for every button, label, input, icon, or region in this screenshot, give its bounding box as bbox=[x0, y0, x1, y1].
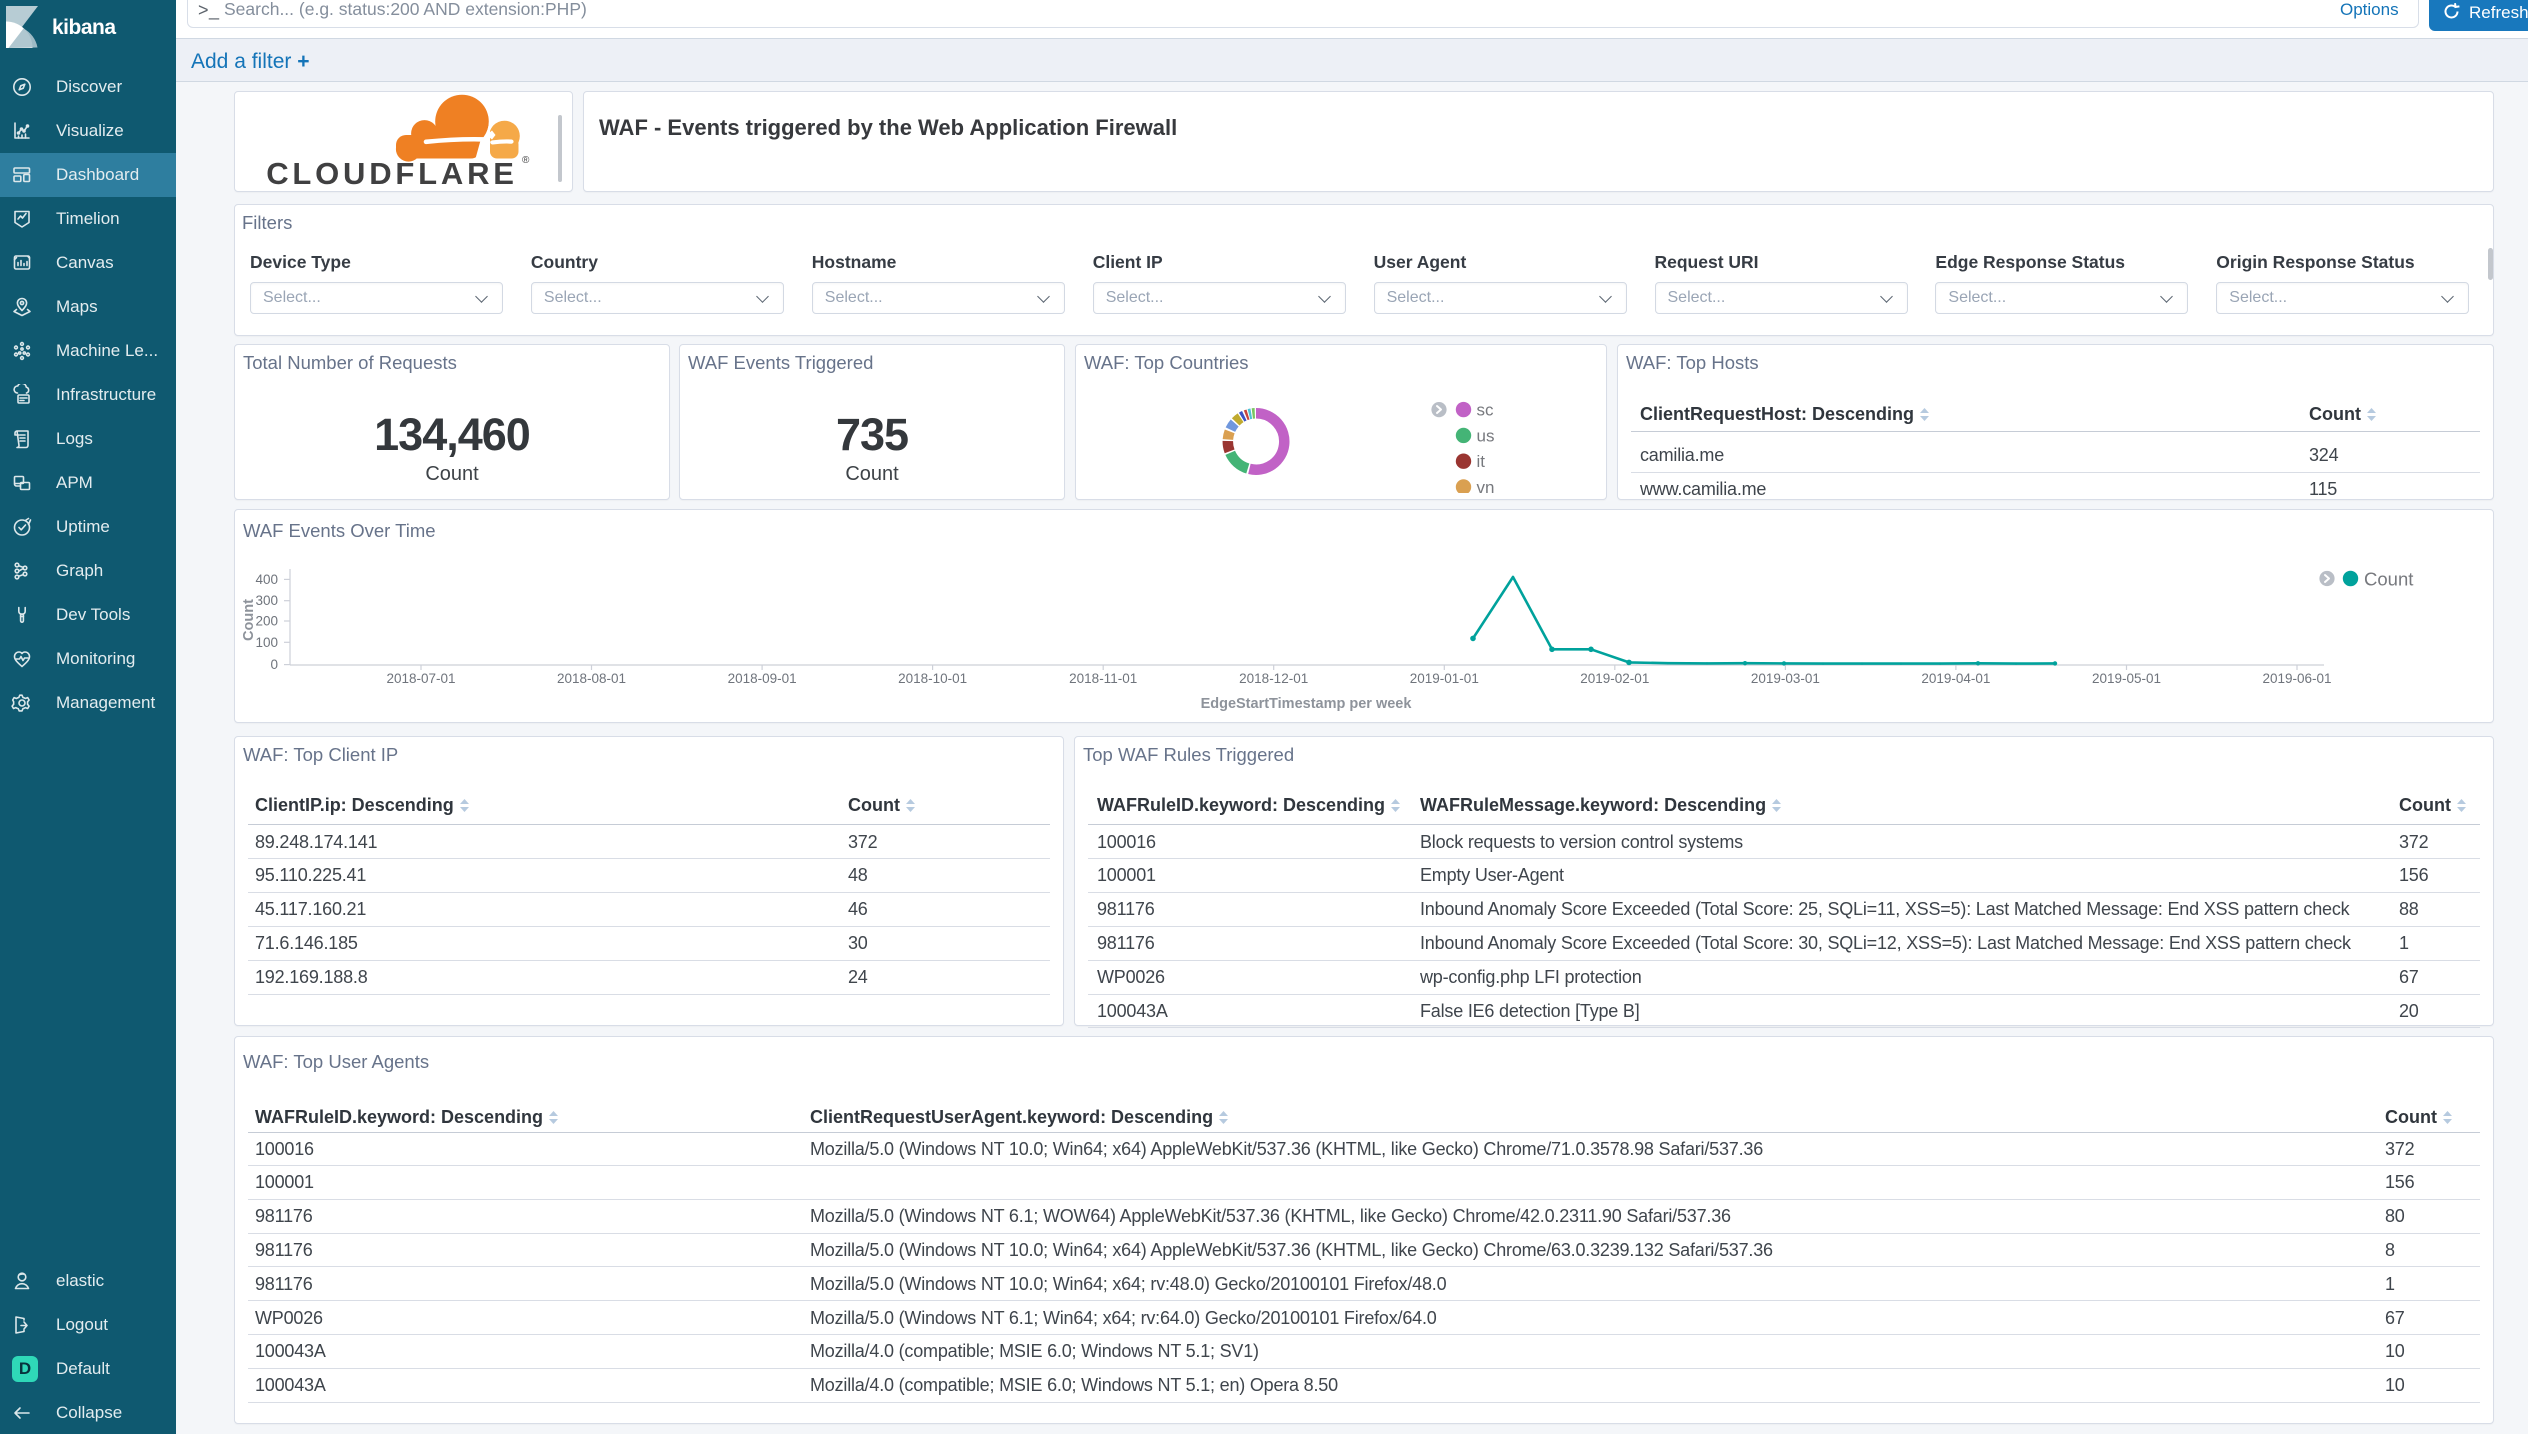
svg-text:2018-10-01: 2018-10-01 bbox=[898, 671, 967, 686]
svg-text:2018-08-01: 2018-08-01 bbox=[557, 671, 626, 686]
svg-text:2019-03-01: 2019-03-01 bbox=[1751, 671, 1820, 686]
svg-text:0: 0 bbox=[270, 657, 278, 672]
svg-text:300: 300 bbox=[255, 593, 278, 608]
svg-text:2019-04-01: 2019-04-01 bbox=[1921, 671, 1990, 686]
svg-text:400: 400 bbox=[255, 572, 278, 587]
svg-text:2018-11-01: 2018-11-01 bbox=[1069, 671, 1137, 686]
svg-text:2018-12-01: 2018-12-01 bbox=[1239, 671, 1308, 686]
svg-text:2018-07-01: 2018-07-01 bbox=[386, 671, 455, 686]
svg-text:2018-09-01: 2018-09-01 bbox=[728, 671, 797, 686]
svg-text:Count: Count bbox=[2364, 569, 2413, 590]
svg-text:2019-02-01: 2019-02-01 bbox=[1580, 671, 1649, 686]
svg-text:EdgeStartTimestamp per week: EdgeStartTimestamp per week bbox=[1201, 696, 1413, 712]
svg-text:2019-05-01: 2019-05-01 bbox=[2092, 671, 2161, 686]
svg-text:2019-06-01: 2019-06-01 bbox=[2262, 671, 2331, 686]
svg-text:Count: Count bbox=[241, 599, 257, 641]
svg-text:200: 200 bbox=[255, 614, 278, 629]
svg-text:100: 100 bbox=[255, 635, 278, 650]
svg-text:2019-01-01: 2019-01-01 bbox=[1410, 671, 1479, 686]
